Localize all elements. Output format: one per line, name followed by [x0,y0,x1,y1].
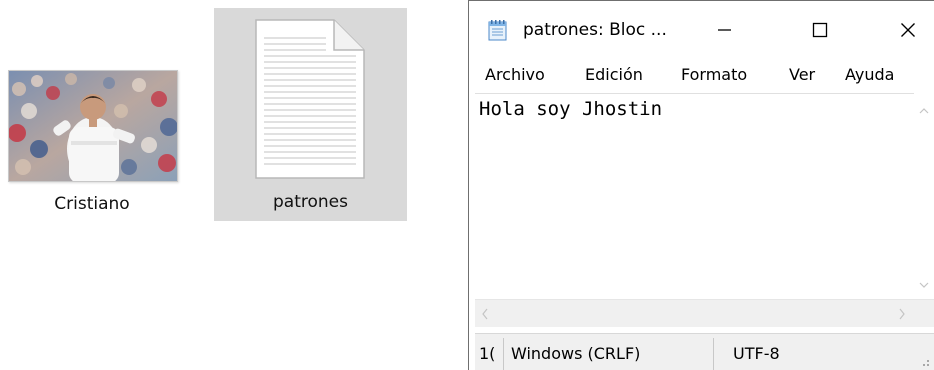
scroll-right-icon[interactable] [898,308,906,320]
maximize-icon [812,22,828,38]
horizontal-scrollbar[interactable] [475,299,934,327]
desktop-icon-label: patrones [273,192,348,212]
menu-archivo[interactable]: Archivo [485,65,545,84]
notepad-icon [488,20,507,41]
menu-formato[interactable]: Formato [681,65,747,84]
scroll-left-icon[interactable] [481,308,489,320]
menu-ver[interactable]: Ver [789,65,815,84]
status-encoding: UTF-8 [733,344,780,363]
close-button[interactable] [879,1,934,59]
status-separator [713,338,714,370]
notepad-window: patrones: Bloc ... Archivo Edición Forma… [468,0,934,370]
window-title: patrones: Bloc ... [523,20,667,40]
desktop-icon-cristiano[interactable]: Cristiano [4,66,180,226]
text-document-icon [255,19,365,179]
minimize-button[interactable] [695,1,753,59]
status-cursor-position: 1( [479,344,496,363]
scroll-up-icon[interactable] [919,107,929,115]
resize-grip-icon[interactable] [918,355,930,367]
scroll-down-icon[interactable] [919,281,929,289]
desktop-icon-label: Cristiano [54,194,130,214]
editor-content[interactable]: Hola soy Jhostin [479,98,662,120]
menu-edicion[interactable]: Edición [585,65,643,84]
vertical-scrollbar[interactable] [914,93,934,299]
image-thumbnail-icon [8,70,178,182]
maximize-button[interactable] [791,1,849,59]
desktop-icon-patrones[interactable]: patrones [214,8,407,221]
status-line-ending: Windows (CRLF) [511,344,641,363]
title-bar[interactable]: patrones: Bloc ... [469,1,934,59]
menu-ayuda[interactable]: Ayuda [845,65,894,84]
minimize-icon [718,29,731,31]
close-icon [901,23,915,37]
status-separator [503,338,504,370]
status-bar: 1( Windows (CRLF) UTF-8 [475,333,934,370]
menu-bar: Archivo Edición Formato Ver Ayuda [469,59,934,91]
text-editor-area[interactable]: Hola soy Jhostin [475,93,934,299]
